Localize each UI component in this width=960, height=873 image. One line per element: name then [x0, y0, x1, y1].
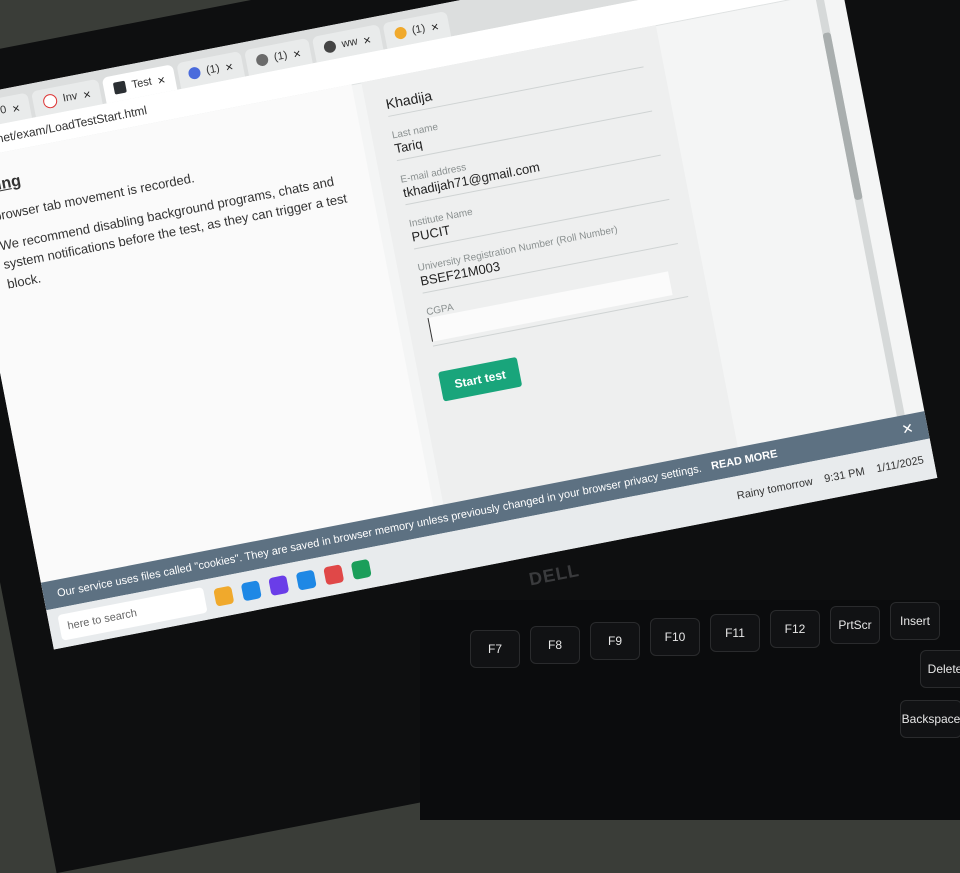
tab-favicon-icon	[113, 80, 128, 95]
chrome-icon[interactable]	[323, 564, 345, 586]
key-insert: Insert	[890, 602, 940, 640]
screen: 100 × Inv × Test × (1) × (1) × ww × (1) × porta…	[0, 0, 938, 650]
tab-label: (1)	[205, 62, 221, 77]
key-backspace: Backspace	[900, 700, 960, 738]
key-f7: F7	[470, 630, 520, 668]
key-f10: F10	[650, 618, 700, 656]
close-icon[interactable]: ×	[82, 86, 92, 102]
weather-text[interactable]: Rainy tomorrow	[736, 476, 814, 502]
pycharm-icon[interactable]	[350, 558, 372, 580]
tab-favicon-icon	[187, 66, 202, 81]
tab-favicon-icon	[393, 26, 408, 41]
search-placeholder: here to search	[66, 607, 138, 633]
close-icon[interactable]: ×	[11, 100, 21, 116]
vscode-icon[interactable]	[295, 569, 317, 591]
file-explorer-icon[interactable]	[213, 585, 235, 607]
scrollbar-thumb[interactable]	[822, 32, 863, 201]
close-icon[interactable]: ×	[292, 45, 302, 61]
tab-label: (1)	[410, 22, 427, 37]
close-icon[interactable]: ×	[156, 71, 166, 87]
key-f9: F9	[590, 622, 640, 660]
tab-label: Inv	[61, 90, 79, 105]
date-text: 1/11/2025	[875, 454, 925, 476]
close-icon[interactable]: ×	[362, 31, 372, 47]
key-f11: F11	[710, 614, 760, 652]
gmail-icon	[41, 92, 59, 110]
edge-icon[interactable]	[240, 580, 262, 602]
close-icon[interactable]: ×	[430, 18, 440, 34]
dell-logo: DELL	[527, 560, 582, 590]
start-test-button[interactable]: Start test	[438, 356, 523, 402]
visual-studio-icon[interactable]	[268, 574, 290, 597]
time-text: 9:31 PM	[823, 465, 866, 486]
key-delete: Delete	[920, 650, 960, 688]
close-icon[interactable]: ✕	[900, 419, 915, 438]
tab-label: Test	[130, 75, 153, 92]
close-icon[interactable]: ×	[224, 58, 234, 74]
tab-favicon-icon	[255, 52, 270, 67]
tab-label: (1)	[272, 49, 289, 64]
keyboard: F7 F8 F9 F10 F11 F12 PrtScr Insert Delet…	[420, 600, 960, 820]
key-prtscr: PrtScr	[830, 606, 880, 644]
key-f8: F8	[530, 626, 580, 664]
tab-label: ww	[340, 35, 359, 51]
scrollbar[interactable]	[814, 0, 911, 444]
tab-label: 100	[0, 103, 8, 120]
key-f12: F12	[770, 610, 820, 648]
tab-favicon-icon	[323, 39, 338, 54]
